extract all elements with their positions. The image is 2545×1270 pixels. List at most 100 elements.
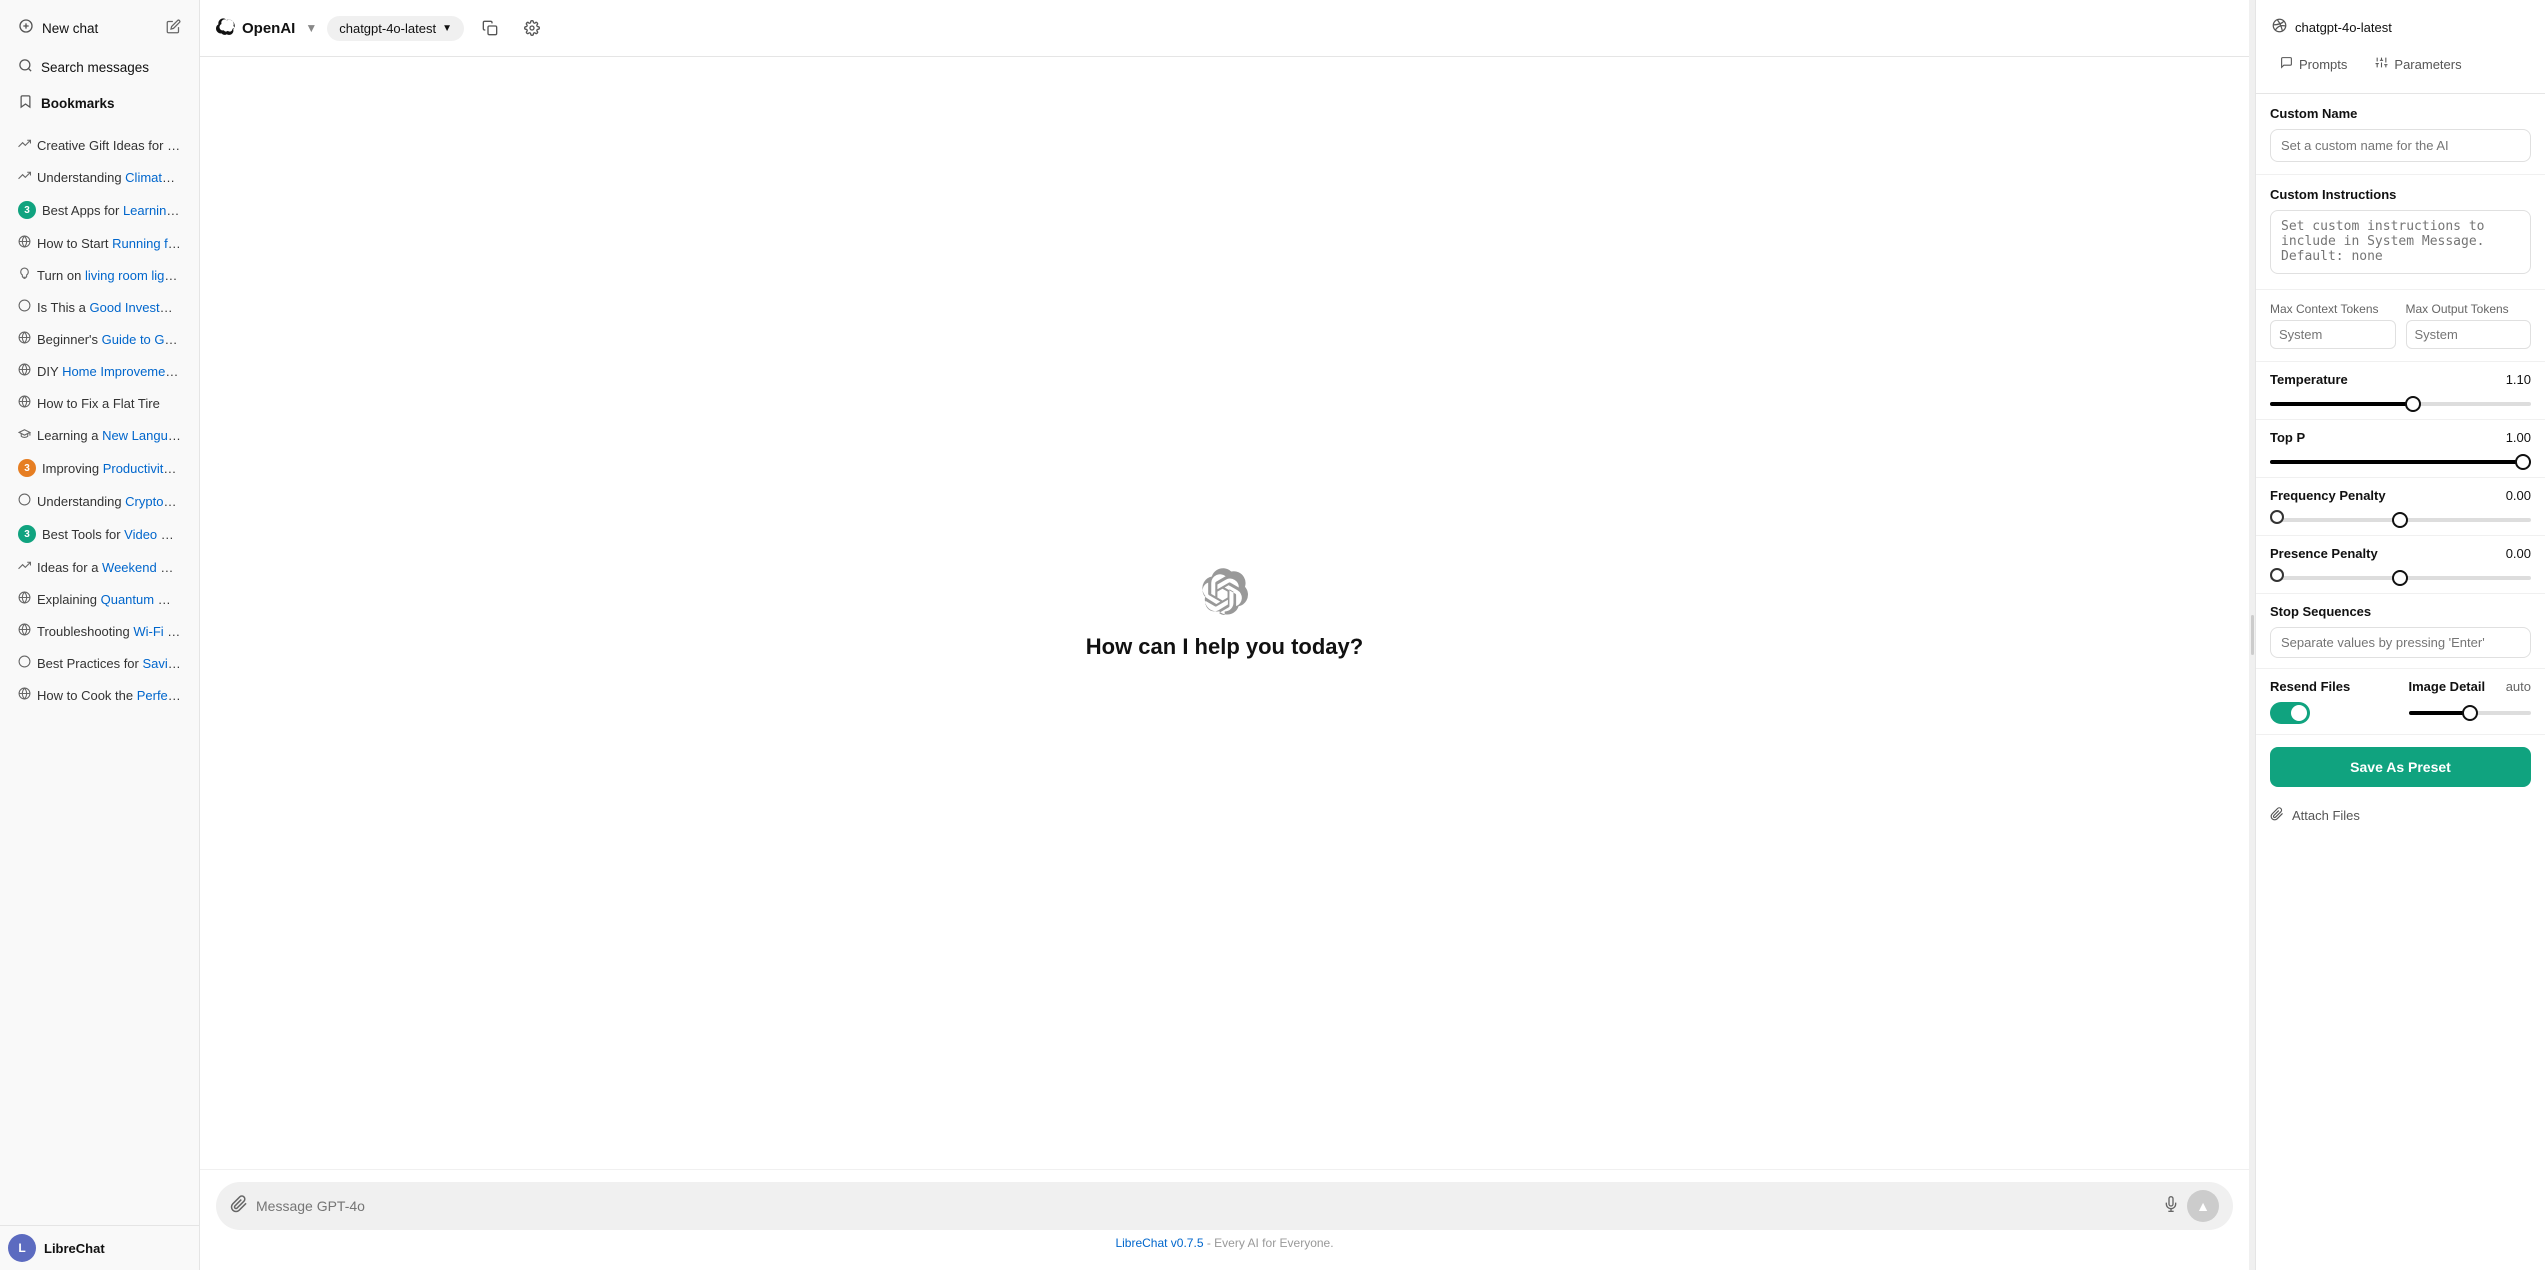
list-item[interactable]: Ideas for a Weekend Getawa: [8, 551, 191, 583]
chat-item-text: Is This a Good Investment Op: [37, 300, 181, 315]
stop-sequences-section: Stop Sequences: [2256, 594, 2545, 669]
tab-prompts[interactable]: Prompts: [2268, 49, 2359, 79]
custom-name-input[interactable]: [2270, 129, 2531, 162]
settings-button[interactable]: [516, 12, 548, 44]
search-icon: [18, 58, 33, 76]
bookmarks-button[interactable]: Bookmarks: [8, 85, 191, 121]
stop-sequences-input[interactable]: [2270, 627, 2531, 658]
globe-icon: [18, 395, 31, 411]
resend-files-toggle[interactable]: [2270, 702, 2310, 724]
chat-item-text: Explaining Quantum Mechani: [37, 592, 181, 607]
attach-button[interactable]: [230, 1195, 248, 1218]
main-header: OpenAI ▼ chatgpt-4o-latest ▼: [200, 0, 2249, 57]
list-item[interactable]: Learning a New Language Qu: [8, 419, 191, 451]
circle-icon: [18, 299, 31, 315]
tab-parameters[interactable]: Parameters: [2363, 49, 2473, 79]
sidebar-top: New chat Search messages Boo: [0, 0, 199, 125]
chat-item-text: Best Apps for Learning Guita: [42, 203, 181, 218]
scroll-bar: [2251, 615, 2254, 655]
list-item[interactable]: Beginner's Guide to Gardenin: [8, 323, 191, 355]
resend-files-label-row: Resend Files: [2270, 679, 2393, 694]
presence-penalty-wrap: [2270, 567, 2531, 583]
image-detail-slider[interactable]: [2409, 711, 2532, 715]
new-chat-icon: [18, 18, 34, 39]
main-area: OpenAI ▼ chatgpt-4o-latest ▼ How can I h…: [200, 0, 2249, 1270]
app-name-label: LibreChat: [44, 1241, 105, 1256]
presence-penalty-header: Presence Penalty 0.00: [2270, 546, 2531, 561]
copy-button[interactable]: [474, 12, 506, 44]
main-body: How can I help you today?: [200, 57, 2249, 1169]
chat-item-text: How to Start Running for Fitn: [37, 236, 181, 251]
bookmark-icon: [18, 94, 33, 112]
attach-files-label: Attach Files: [2292, 808, 2360, 823]
badge-icon: 3: [18, 201, 36, 219]
list-item[interactable]: Is This a Good Investment Op: [8, 291, 191, 323]
hat-icon: [18, 427, 31, 443]
globe-icon: [18, 623, 31, 639]
custom-instructions-input[interactable]: [2270, 210, 2531, 274]
globe-icon: [18, 331, 31, 347]
list-item[interactable]: Best Practices for Saving Mo: [8, 647, 191, 679]
search-messages-button[interactable]: Search messages: [8, 49, 191, 85]
max-context-input[interactable]: [2270, 320, 2396, 349]
list-item[interactable]: 3Best Tools for Video Editing: [8, 517, 191, 551]
frequency-penalty-value: 0.00: [2506, 488, 2531, 503]
image-detail-label-row: Image Detail auto: [2409, 679, 2532, 694]
send-button[interactable]: ▲: [2187, 1190, 2219, 1222]
presence-penalty-slider[interactable]: [2270, 576, 2531, 580]
new-chat-button[interactable]: New chat: [8, 8, 191, 49]
globe-icon: [18, 687, 31, 703]
list-item[interactable]: Turn on living room light with: [8, 259, 191, 291]
list-item[interactable]: 3Improving Productivity at Wo: [8, 451, 191, 485]
rp-model-row: chatgpt-4o-latest: [2268, 10, 2533, 45]
trend-icon: [18, 137, 31, 153]
model-selector[interactable]: chatgpt-4o-latest ▼: [327, 16, 464, 41]
top-p-value: 1.00: [2506, 430, 2531, 445]
top-p-slider[interactable]: [2270, 460, 2531, 464]
chat-item-text: How to Fix a Flat Tire: [37, 396, 181, 411]
list-item[interactable]: DIY Home Improvement Tips: [8, 355, 191, 387]
presence-penalty-section: Presence Penalty 0.00: [2256, 536, 2545, 594]
list-item[interactable]: Understanding Cryptocurrenc: [8, 485, 191, 517]
microphone-button[interactable]: [2163, 1196, 2179, 1217]
badge-icon: 3: [18, 525, 36, 543]
message-input[interactable]: [256, 1198, 2155, 1214]
edit-icon: [166, 19, 181, 38]
presence-penalty-value: 0.00: [2506, 546, 2531, 561]
attach-files-row[interactable]: Attach Files: [2256, 799, 2545, 832]
prompt-icon: [2280, 56, 2293, 72]
list-item[interactable]: Understanding Climate Chang: [8, 161, 191, 193]
circle-icon: [18, 493, 31, 509]
app-logo: OpenAI: [216, 18, 295, 38]
bulb-icon: [18, 267, 31, 283]
image-detail-col: Image Detail auto: [2409, 679, 2532, 718]
footer-link[interactable]: LibreChat v0.7.5: [1115, 1236, 1203, 1250]
right-panel: chatgpt-4o-latest Prompts: [2255, 0, 2545, 1270]
chat-item-text: DIY Home Improvement Tips: [37, 364, 181, 379]
top-p-label: Top P: [2270, 430, 2305, 445]
custom-instructions-section: Custom Instructions: [2256, 175, 2545, 290]
list-item[interactable]: How to Cook the Perfect Stea: [8, 679, 191, 711]
list-item[interactable]: 3 Best Apps for Learning Guita: [8, 193, 191, 227]
list-item[interactable]: Troubleshooting Wi-Fi Conne: [8, 615, 191, 647]
max-output-input[interactable]: [2406, 320, 2532, 349]
chat-list: Creative Gift Ideas for BirthdaUnderstan…: [0, 125, 199, 1225]
chat-item-text: Ideas for a Weekend Getawa: [37, 560, 181, 575]
avatar: L: [8, 1234, 36, 1262]
header-chevron-icon: ▼: [305, 21, 317, 35]
list-item[interactable]: How to Start Running for Fitn: [8, 227, 191, 259]
chat-item-text: Beginner's Guide to Gardenin: [37, 332, 181, 347]
chat-item-text: How to Cook the Perfect Stea: [37, 688, 181, 703]
max-context-label: Max Context Tokens: [2270, 302, 2396, 316]
save-as-preset-button[interactable]: Save As Preset: [2270, 747, 2531, 787]
custom-name-section: Custom Name: [2256, 94, 2545, 175]
list-item[interactable]: Explaining Quantum Mechani: [8, 583, 191, 615]
presence-penalty-dot: [2270, 568, 2284, 582]
list-item[interactable]: Creative Gift Ideas for Birthda: [8, 129, 191, 161]
rp-model-name: chatgpt-4o-latest: [2295, 20, 2392, 35]
list-item[interactable]: How to Fix a Flat Tire: [8, 387, 191, 419]
temperature-slider[interactable]: [2270, 402, 2531, 406]
trend-icon: [18, 559, 31, 575]
frequency-penalty-slider[interactable]: [2270, 518, 2531, 522]
chat-item-text: Learning a New Language Qu: [37, 428, 181, 443]
